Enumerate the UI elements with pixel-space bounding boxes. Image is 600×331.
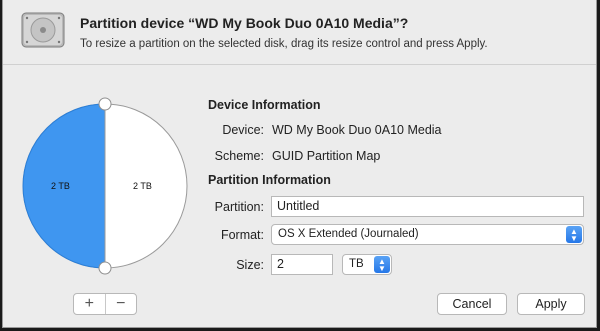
device-label: Device: (222, 123, 264, 137)
resize-handle-bottom (98, 261, 112, 275)
header-divider (3, 64, 596, 65)
partition-pie[interactable]: 2 TB 2 TB (15, 96, 199, 276)
format-label: Format: (220, 228, 264, 242)
chevron-updown-icon: ▲ ▼ (374, 256, 390, 273)
dialog-title: Partition device “WD My Book Duo 0A10 Me… (80, 15, 409, 31)
format-value: OS X Extended (Journaled) (278, 228, 419, 240)
partition-label: Partition: (214, 200, 264, 214)
pie-right-label: 2 TB (133, 181, 152, 191)
hard-disk-icon (21, 10, 65, 50)
device-info-heading: Device Information (208, 98, 321, 112)
size-unit-value: TB (349, 258, 364, 270)
pie-left-label: 2 TB (51, 181, 70, 191)
cancel-button[interactable]: Cancel (437, 293, 507, 315)
partition-name-field[interactable]: Untitled (271, 196, 584, 217)
apply-button[interactable]: Apply (517, 293, 585, 315)
resize-handle-top (98, 97, 112, 111)
size-unit-popup[interactable]: TB ▲ ▼ (342, 254, 392, 275)
scheme-value: GUID Partition Map (272, 149, 381, 163)
scheme-label: Scheme: (214, 149, 264, 163)
remove-partition-button[interactable]: − (106, 294, 137, 314)
device-value: WD My Book Duo 0A10 Media (272, 123, 442, 137)
size-field[interactable]: 2 (271, 254, 333, 275)
chevron-updown-icon: ▲ ▼ (566, 226, 582, 243)
dialog-subtitle: To resize a partition on the selected di… (80, 38, 488, 50)
add-partition-button[interactable]: + (74, 294, 106, 314)
partition-add-remove-control: + − (73, 293, 137, 315)
format-popup[interactable]: OS X Extended (Journaled) ▲ ▼ (271, 224, 584, 245)
partition-dialog: Partition device “WD My Book Duo 0A10 Me… (2, 0, 597, 328)
partition-info-heading: Partition Information (208, 173, 331, 187)
size-label: Size: (236, 258, 264, 272)
